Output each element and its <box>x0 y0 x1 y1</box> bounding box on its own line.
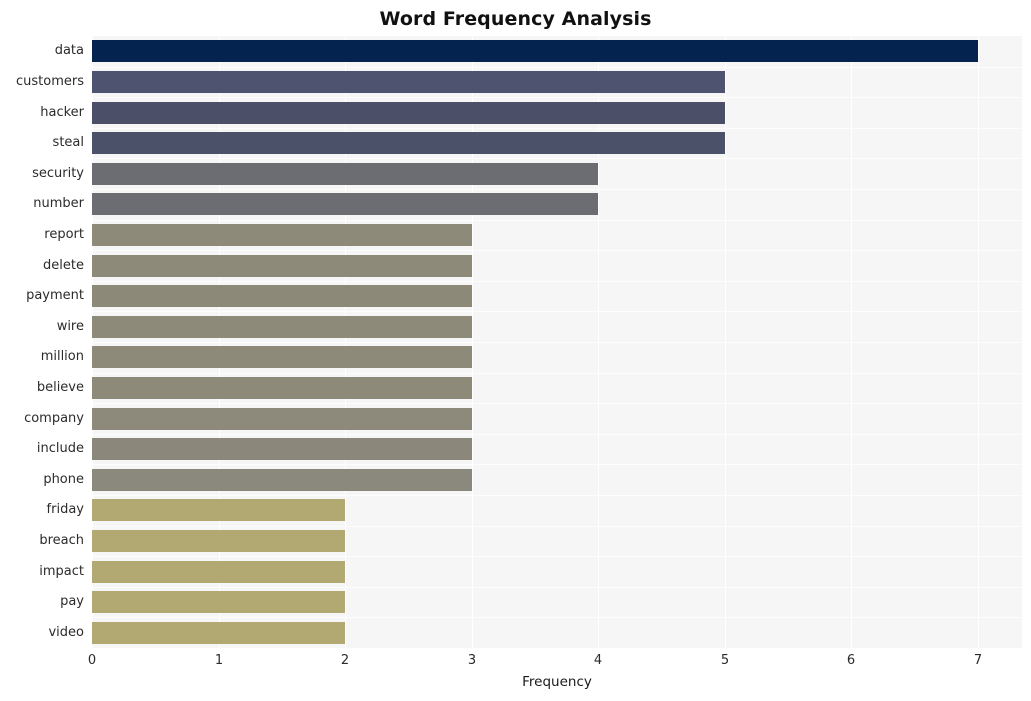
y-axis-tick-label: customers <box>16 74 84 89</box>
gridline-horizontal <box>92 128 1022 129</box>
y-axis-tick-label: data <box>54 43 84 58</box>
x-axis-tick-label: 5 <box>720 653 730 668</box>
x-axis-tick-label: 0 <box>87 653 97 668</box>
bar[interactable] <box>92 622 345 644</box>
gridline-horizontal <box>92 373 1022 374</box>
x-axis-tick-label: 4 <box>593 653 603 668</box>
bar[interactable] <box>92 255 472 277</box>
y-axis-tick-label: believe <box>36 380 84 395</box>
x-axis-tick-label: 2 <box>340 653 350 668</box>
y-axis-tick-label: impact <box>39 564 84 579</box>
x-axis-tick-label: 7 <box>973 653 983 668</box>
gridline-horizontal <box>92 342 1022 343</box>
bar[interactable] <box>92 591 345 613</box>
y-axis-tick-label: friday <box>46 502 84 517</box>
bar[interactable] <box>92 40 978 62</box>
x-axis-tick-label: 3 <box>467 653 477 668</box>
y-axis-tick-label: hacker <box>40 105 84 120</box>
bar[interactable] <box>92 193 598 215</box>
y-axis-tick-label: payment <box>26 288 84 303</box>
bar[interactable] <box>92 346 472 368</box>
bar[interactable] <box>92 561 345 583</box>
bar[interactable] <box>92 408 472 430</box>
y-axis-tick-label: phone <box>43 472 84 487</box>
y-axis-tick-label: include <box>36 441 84 456</box>
y-axis-tick-label: pay <box>60 594 84 609</box>
y-axis-tick-label: company <box>24 411 84 426</box>
x-axis-tick-label: 1 <box>214 653 224 668</box>
gridline-horizontal <box>92 617 1022 618</box>
x-axis-tick-labels: 0 1 2 3 4 5 6 7 <box>88 648 1022 674</box>
gridline-horizontal <box>92 526 1022 527</box>
bar[interactable] <box>92 499 345 521</box>
y-axis-tick-label: breach <box>39 533 84 548</box>
gridline-horizontal <box>92 189 1022 190</box>
x-axis-label: Frequency <box>522 674 592 690</box>
gridline-horizontal <box>92 587 1022 588</box>
bar[interactable] <box>92 102 725 124</box>
plot-area <box>92 36 1022 648</box>
word-frequency-chart-figure: Word Frequency Analysis data customers hac… <box>0 0 1031 701</box>
bar[interactable] <box>92 377 472 399</box>
page-title: Word Frequency Analysis <box>379 8 652 30</box>
gridline-horizontal <box>92 250 1022 251</box>
bar[interactable] <box>92 530 345 552</box>
bar[interactable] <box>92 132 725 154</box>
gridline-horizontal <box>92 67 1022 68</box>
y-axis-tick-label: security <box>32 166 84 181</box>
bar[interactable] <box>92 469 472 491</box>
y-axis-tick-label: million <box>40 349 84 364</box>
y-axis-tick-label: report <box>44 227 84 242</box>
bar[interactable] <box>92 224 472 246</box>
bar[interactable] <box>92 438 472 460</box>
gridline-horizontal <box>92 311 1022 312</box>
gridline-horizontal <box>92 434 1022 435</box>
bar[interactable] <box>92 285 472 307</box>
gridline-horizontal <box>92 495 1022 496</box>
x-axis-tick-label: 6 <box>846 653 856 668</box>
gridline-horizontal <box>92 158 1022 159</box>
gridline-horizontal <box>92 281 1022 282</box>
y-axis-tick-label: video <box>48 625 84 640</box>
y-axis-tick-label: wire <box>56 319 84 334</box>
y-axis-tick-label: steal <box>52 135 84 150</box>
gridline-horizontal <box>92 97 1022 98</box>
gridline-horizontal <box>92 556 1022 557</box>
bar[interactable] <box>92 316 472 338</box>
y-axis-tick-label: number <box>33 196 84 211</box>
y-axis-tick-labels: data customers hacker steal security number re… <box>0 36 84 648</box>
gridline-horizontal <box>92 464 1022 465</box>
y-axis-tick-label: delete <box>43 258 84 273</box>
gridline-horizontal <box>92 220 1022 221</box>
bar[interactable] <box>92 163 598 185</box>
bar[interactable] <box>92 71 725 93</box>
gridline-horizontal <box>92 403 1022 404</box>
